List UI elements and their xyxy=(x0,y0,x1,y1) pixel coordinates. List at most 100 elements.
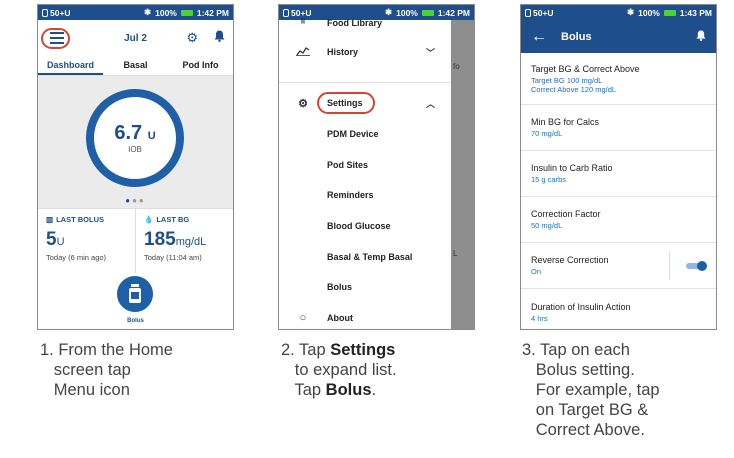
battery-icon xyxy=(663,9,676,16)
menu-item-label: Settings xyxy=(327,98,363,108)
bolus-button-label: Bolus xyxy=(127,318,144,324)
setting-name: Duration of Insulin Action xyxy=(531,301,631,312)
last-bg-card: 💧 LAST BG 185mg/dL Today (11:04 am) xyxy=(135,209,233,278)
setting-value-secondary: Correct Above 120 mg/dL xyxy=(531,84,617,94)
page-indicator: ●●● xyxy=(38,196,233,208)
home-tabs: Dashboard Basal Pod Info xyxy=(38,56,233,76)
menu-item-settings[interactable]: ⚙ Settings ︿ xyxy=(279,94,451,112)
setting-value: 4 hrs xyxy=(531,313,548,323)
tab-pod-info[interactable]: Pod Info xyxy=(168,56,233,75)
pod-icon xyxy=(525,8,531,17)
caption-line: Menu icon xyxy=(53,381,130,399)
submenu-item-pod-sites[interactable]: Pod Sites xyxy=(327,160,368,170)
submenu-item-pdm-device[interactable]: PDM Device xyxy=(327,129,379,139)
time-text: 1:42 PM xyxy=(196,7,229,18)
submenu-item-bolus[interactable]: Bolus xyxy=(327,282,352,292)
dimmed-background[interactable]: fo L xyxy=(451,20,474,329)
caption-step-2: 2. Tap Settings to expand list. Tap Bolu… xyxy=(281,340,397,400)
chevron-down-icon: ﹀ xyxy=(425,47,435,58)
bluetooth-icon: ✱ xyxy=(627,7,635,17)
home-screen: 50+U ✱ 100% 1:42 PM Jul 2 ⚙ Dashboard Basa… xyxy=(37,4,234,330)
caption-line: 2. Tap xyxy=(281,341,331,359)
gear-icon: ⚙ xyxy=(298,97,308,110)
caption-emphasis: Settings xyxy=(330,341,396,359)
drop-icon: 💧 xyxy=(144,215,154,224)
iob-gauge[interactable]: 6.7 U IOB xyxy=(86,89,184,187)
setting-value: On xyxy=(531,267,542,276)
menu-item-history[interactable]: History ﹀ xyxy=(279,42,451,62)
reverse-correction-toggle[interactable] xyxy=(686,260,707,271)
pod-icon xyxy=(42,8,48,17)
menu-item-food-library[interactable]: ᴵᴵ Food Library xyxy=(279,16,451,30)
status-bar: 50+U ✱ 100% 1:43 PM xyxy=(521,5,716,20)
setting-target-bg[interactable]: Target BG & Correct Above Target BG 100 … xyxy=(521,53,716,105)
vial-icon: ▥ xyxy=(46,215,54,224)
setting-value: 15 g carbs xyxy=(531,175,567,184)
last-bg-time: Today (11:04 am) xyxy=(144,253,202,262)
dimmed-text: L xyxy=(453,249,458,258)
toggle-divider xyxy=(669,251,670,280)
setting-name: Target BG & Correct Above xyxy=(531,63,640,74)
caption-line: For example, tap xyxy=(535,381,660,399)
caption-line: on Target BG & xyxy=(535,401,649,419)
submenu-item-reminders[interactable]: Reminders xyxy=(327,190,374,200)
bolus-header: ← Bolus xyxy=(521,20,716,53)
last-bolus-value: 5 xyxy=(46,229,57,250)
setting-carb-ratio[interactable]: Insulin to Carb Ratio 15 g carbs xyxy=(521,151,716,197)
tab-dashboard[interactable]: Dashboard xyxy=(38,56,103,75)
caption-step-1: 1. From the Home screen tap Menu icon xyxy=(40,340,173,400)
time-text: 1:43 PM xyxy=(679,7,712,18)
summary-cards: ▥ LAST BOLUS 5U Today (6 min ago) 💧 LAST B… xyxy=(38,208,233,278)
caption-emphasis: Bolus xyxy=(325,381,372,399)
caption-step-3: 3. Tap on each Bolus setting. For exampl… xyxy=(522,340,660,440)
menu-item-label: Food Library xyxy=(327,18,383,28)
setting-min-bg[interactable]: Min BG for Calcs 70 mg/dL xyxy=(521,105,716,151)
last-bolus-unit: U xyxy=(56,236,65,248)
status-bar: 50+U ✱ 100% 1:42 PM xyxy=(38,5,233,20)
setting-name: Correction Factor xyxy=(531,209,601,219)
last-bg-value: 185 xyxy=(144,229,176,250)
bolus-settings-screen: 50+U ✱ 100% 1:43 PM ← Bolus Target BG & Co… xyxy=(520,4,717,330)
setting-reverse-correction[interactable]: Reverse Correction On xyxy=(521,243,716,289)
setting-value: 70 mg/dL xyxy=(531,129,563,138)
dimmed-tab-text: fo xyxy=(453,62,460,71)
bell-icon[interactable] xyxy=(214,30,225,46)
bluetooth-icon: ✱ xyxy=(144,7,152,17)
chevron-up-icon: ︿ xyxy=(425,98,435,109)
caption-line: . xyxy=(371,381,377,399)
caption-line: to expand list. xyxy=(294,361,397,379)
battery-text: 100% xyxy=(155,7,177,18)
back-arrow-icon[interactable]: ← xyxy=(531,28,547,46)
last-bg-unit: mg/dL xyxy=(175,236,207,248)
menu-highlight xyxy=(41,28,70,49)
setting-correction-factor[interactable]: Correction Factor 50 mg/dL xyxy=(521,197,716,243)
fork-icon: ᴵᴵ xyxy=(301,17,305,29)
setting-name: Reverse Correction xyxy=(531,255,609,265)
last-bolus-time: Today (6 min ago) xyxy=(46,253,107,262)
menu-screen: 50+U ✱ 100% 1:42 PM fo L ᴵᴵ Food Library Hi… xyxy=(278,4,475,330)
chart-icon xyxy=(279,46,327,59)
caption-line: Bolus setting. xyxy=(535,361,635,379)
menu-divider xyxy=(279,82,451,83)
iob-unit: U xyxy=(147,130,156,142)
menu-item-label: History xyxy=(327,47,359,57)
last-bolus-label: LAST BOLUS xyxy=(56,215,105,224)
signal-text: 50+U xyxy=(533,7,554,18)
home-header: Jul 2 ⚙ xyxy=(38,20,233,56)
menu-item-label: About xyxy=(327,313,353,323)
setting-name: Insulin to Carb Ratio xyxy=(531,163,613,173)
setting-insulin-duration[interactable]: Duration of Insulin Action 4 hrs xyxy=(521,289,716,329)
info-circle-icon: ○ xyxy=(299,312,307,324)
setting-value: Target BG 100 mg/dL xyxy=(531,75,603,85)
submenu-item-basal-temp-basal[interactable]: Basal & Temp Basal xyxy=(327,252,412,262)
caption-line: 3. Tap on each xyxy=(522,341,630,359)
tab-basal[interactable]: Basal xyxy=(103,56,168,75)
bell-icon[interactable] xyxy=(696,30,706,44)
gear-icon[interactable]: ⚙ xyxy=(186,30,198,46)
iob-label: IOB xyxy=(128,145,142,154)
menu-item-about[interactable]: ○ About xyxy=(279,310,451,326)
last-bg-label: LAST BG xyxy=(156,215,190,224)
submenu-item-blood-glucose[interactable]: Blood Glucose xyxy=(327,221,391,231)
bolus-button[interactable] xyxy=(114,273,156,315)
iob-value: 6.7 xyxy=(114,122,143,144)
